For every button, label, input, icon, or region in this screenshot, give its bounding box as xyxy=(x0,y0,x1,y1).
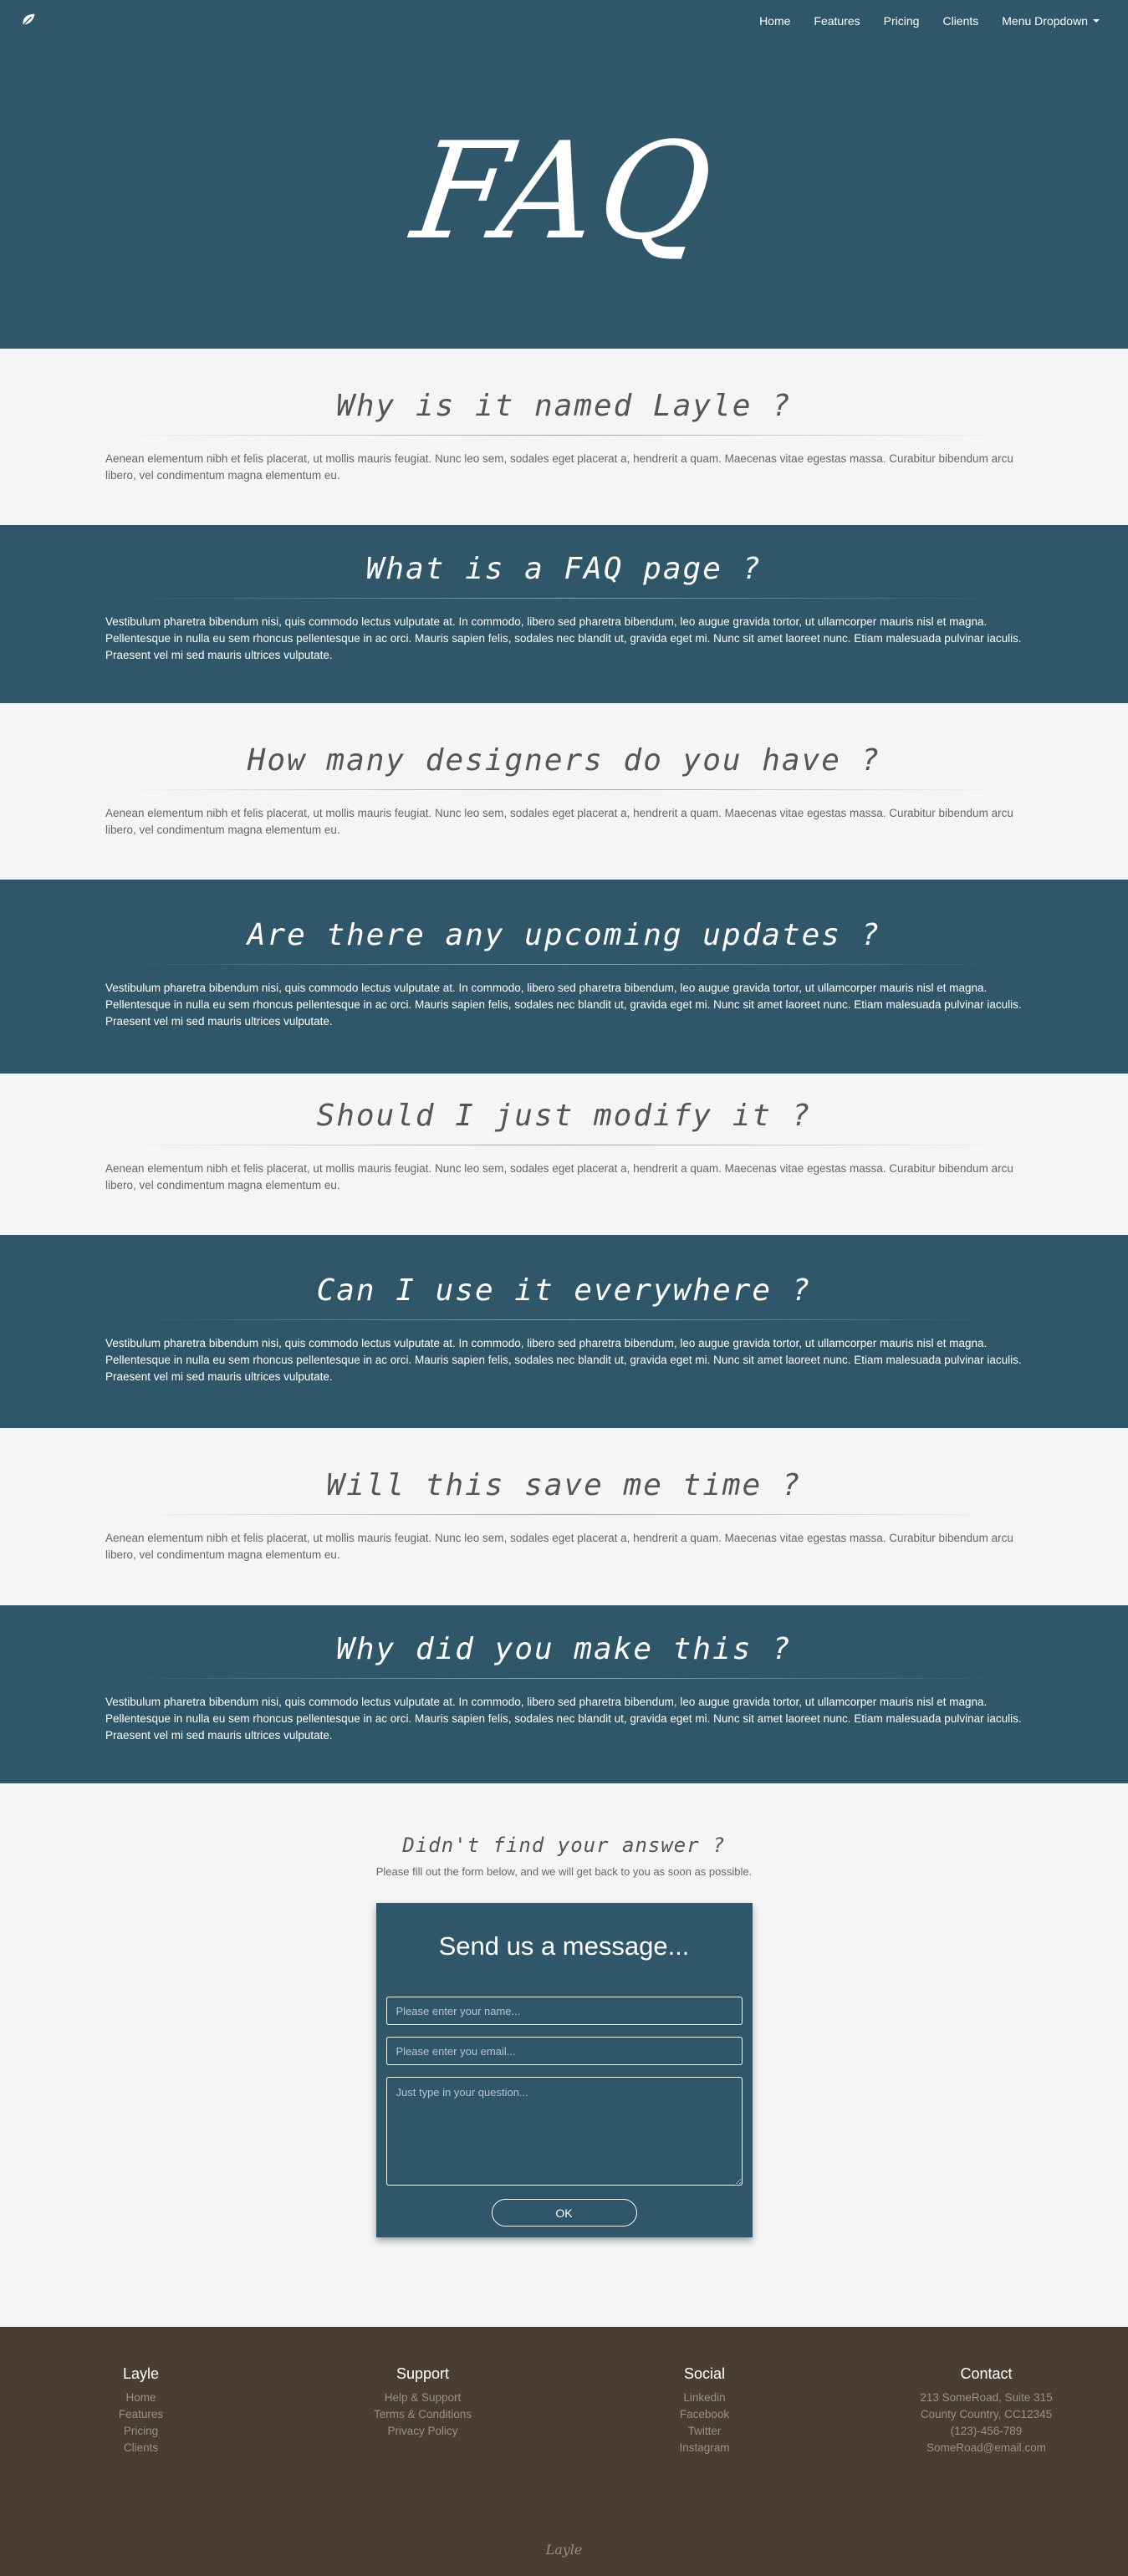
footer-col-contact: Contact 213 SomeRoad, Suite 315 County C… xyxy=(845,2365,1127,2456)
leaf-icon[interactable] xyxy=(17,9,40,33)
footer-col-title: Social xyxy=(683,2365,726,2382)
faq-question: Will this save me time ? xyxy=(326,1468,802,1502)
contact-subtext: Please fill out the form below, and we w… xyxy=(375,1865,753,1878)
nav-links: Home Features Pricing Clients Menu Dropd… xyxy=(748,0,1111,42)
faq-question: Can I use it everywhere ? xyxy=(316,1273,812,1308)
faq-answer: Aenean elementum nibh et felis placerat,… xyxy=(105,807,1013,836)
footer-email: SomeRoad@email.com xyxy=(926,2441,1046,2454)
footer-col-layle: Layle Home Features Pricing Clients xyxy=(0,2365,282,2456)
faq-answer: Aenean elementum nibh et felis placerat,… xyxy=(105,1162,1013,1191)
nav-link-clients[interactable]: Clients xyxy=(931,0,990,42)
footer-link-twitter[interactable]: Twitter xyxy=(688,2423,722,2440)
page-title: FAQ xyxy=(404,113,724,269)
faq-section: Will this save me time ? Aenean elementu… xyxy=(0,1428,1128,1605)
faq-section: Why did you make this ? Vestibulum phare… xyxy=(0,1605,1128,1783)
faq-answer: Vestibulum pharetra bibendum nisi, quis … xyxy=(105,1337,1022,1383)
footer-col-title: Layle xyxy=(122,2365,160,2382)
caret-down-icon xyxy=(1093,19,1100,23)
divider xyxy=(120,1514,1008,1515)
faq-section: Should I just modify it ? Aenean element… xyxy=(0,1074,1128,1235)
faq-answer: Vestibulum pharetra bibendum nisi, quis … xyxy=(105,982,1022,1028)
divider xyxy=(120,1319,1008,1320)
faq-question: Are there any upcoming updates ? xyxy=(247,918,881,952)
footer-col-social: Social Linkedin Facebook Twitter Instagr… xyxy=(564,2365,845,2456)
contact-form: Send us a message... OK xyxy=(375,1903,753,2237)
faq-question: How many designers do you have ? xyxy=(247,743,881,778)
nav-link-features[interactable]: Features xyxy=(802,0,871,42)
divider xyxy=(120,1678,1008,1679)
footer-link-clients[interactable]: Clients xyxy=(124,2440,158,2456)
divider xyxy=(120,789,1008,790)
footer-col-title: Support xyxy=(396,2365,450,2382)
footer-col-support: Support Help & Support Terms & Condition… xyxy=(282,2365,564,2456)
question-textarea[interactable] xyxy=(385,2077,743,2186)
footer-brand: Layle xyxy=(545,2542,583,2558)
footer-link-linkedin[interactable]: Linkedin xyxy=(683,2390,725,2406)
nav-dropdown[interactable]: Menu Dropdown xyxy=(990,0,1111,42)
footer-link-privacy[interactable]: Privacy Policy xyxy=(387,2423,457,2440)
faq-answer: Vestibulum pharetra bibendum nisi, quis … xyxy=(105,1696,1022,1742)
divider xyxy=(120,435,1008,436)
footer-link-facebook[interactable]: Facebook xyxy=(680,2406,729,2423)
name-input[interactable] xyxy=(385,1997,743,2025)
nav-dropdown-label: Menu Dropdown xyxy=(1002,14,1088,28)
footer: Layle Home Features Pricing Clients Supp… xyxy=(0,2327,1128,2576)
contact-heading: Didn't find your answer ? xyxy=(402,1834,726,1857)
footer-columns: Layle Home Features Pricing Clients Supp… xyxy=(0,2327,1128,2456)
submit-button[interactable]: OK xyxy=(491,2199,637,2227)
faq-answer: Vestibulum pharetra bibendum nisi, quis … xyxy=(105,615,1022,661)
email-input[interactable] xyxy=(385,2037,743,2065)
faq-answer: Aenean elementum nibh et felis placerat,… xyxy=(105,452,1013,482)
divider xyxy=(120,964,1008,965)
footer-address-line: County Country, CC12345 xyxy=(920,2408,1053,2420)
faq-question: Should I just modify it ? xyxy=(316,1099,812,1133)
nav-link-home[interactable]: Home xyxy=(748,0,802,42)
footer-link-home[interactable]: Home xyxy=(125,2390,156,2406)
form-title: Send us a message... xyxy=(438,1931,690,1961)
hero: FAQ xyxy=(0,42,1128,349)
footer-address-line: 213 SomeRoad, Suite 315 xyxy=(920,2391,1053,2404)
footer-phone: (123)-456-789 xyxy=(950,2425,1023,2437)
faq-question: What is a FAQ page ? xyxy=(365,552,763,586)
contact-section: Didn't find your answer ? Please fill ou… xyxy=(0,1783,1128,2327)
faq-section: Why is it named Layle ? Aenean elementum… xyxy=(0,349,1128,525)
footer-col-title: Contact xyxy=(960,2365,1013,2382)
footer-link-terms[interactable]: Terms & Conditions xyxy=(374,2406,472,2423)
faq-question: Why is it named Layle ? xyxy=(336,389,792,423)
faq-question: Why did you make this ? xyxy=(336,1632,792,1666)
faq-section: Can I use it everywhere ? Vestibulum pha… xyxy=(0,1235,1128,1428)
navbar: Home Features Pricing Clients Menu Dropd… xyxy=(0,0,1128,42)
footer-link-pricing[interactable]: Pricing xyxy=(124,2423,158,2440)
faq-answer: Aenean elementum nibh et felis placerat,… xyxy=(105,1532,1013,1561)
divider xyxy=(120,598,1008,599)
nav-link-pricing[interactable]: Pricing xyxy=(872,0,931,42)
faq-section: Are there any upcoming updates ? Vestibu… xyxy=(0,880,1128,1074)
footer-link-help[interactable]: Help & Support xyxy=(385,2390,462,2406)
faq-section: How many designers do you have ? Aenean … xyxy=(0,703,1128,880)
footer-link-instagram[interactable]: Instagram xyxy=(679,2440,729,2456)
footer-link-features[interactable]: Features xyxy=(119,2406,163,2423)
faq-section: What is a FAQ page ? Vestibulum pharetra… xyxy=(0,525,1128,703)
